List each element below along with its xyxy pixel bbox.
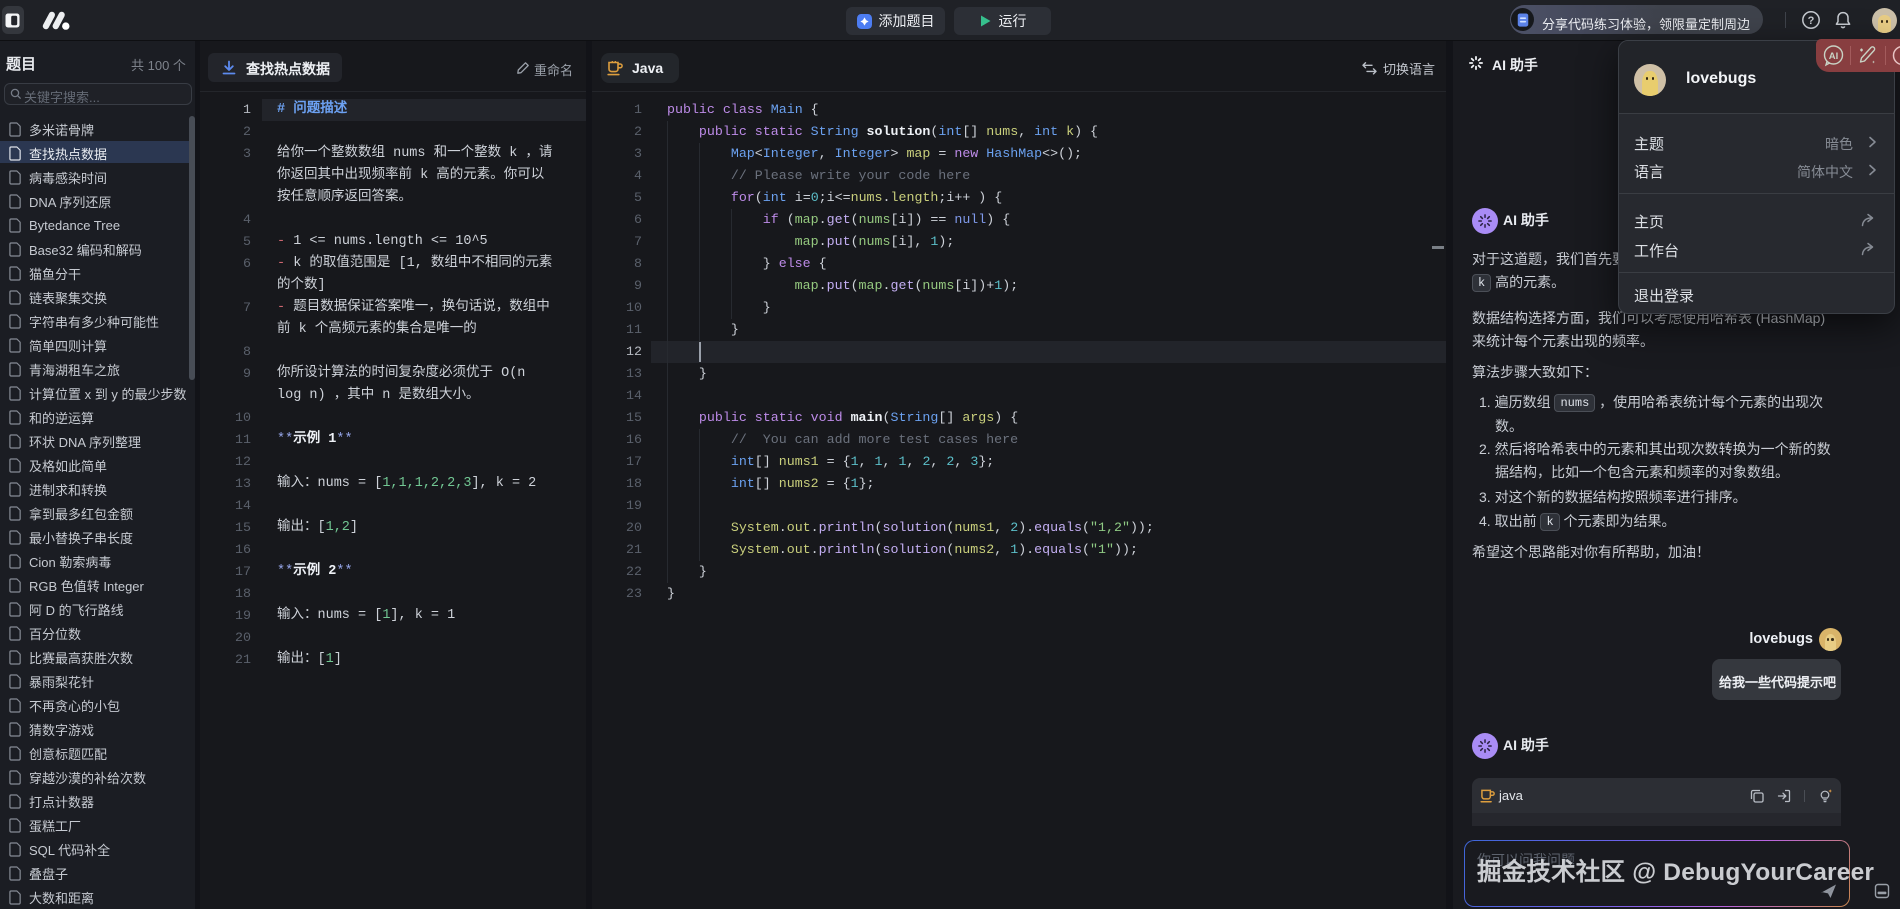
svg-text:AI: AI (1829, 51, 1839, 62)
